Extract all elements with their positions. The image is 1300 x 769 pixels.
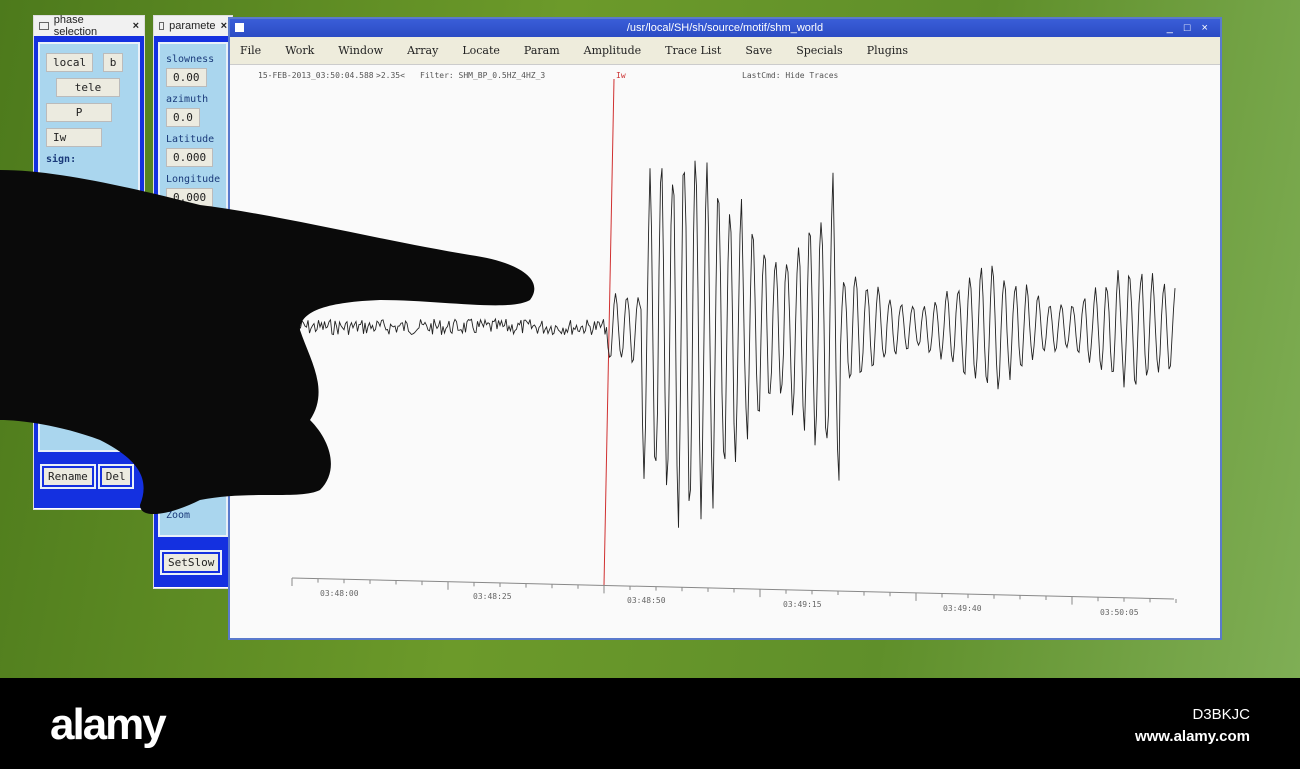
image-code: D3BKJC: [1192, 706, 1250, 723]
tick-label: 03:48:00: [320, 589, 359, 598]
stock-photo-footer: alamy D3BKJC www.alamy.com: [0, 678, 1300, 769]
tick-label: 03:50:05: [1100, 608, 1139, 617]
pointing-hand-silhouette: [0, 170, 535, 515]
tick-label: 03:48:50: [627, 596, 666, 605]
monitor-screen: phase selection × local b tele P Iw sign:…: [0, 0, 1300, 678]
tick-label: 03:49:15: [783, 600, 822, 609]
alamy-logo: alamy: [50, 700, 167, 749]
site-url: www.alamy.com: [1134, 728, 1250, 745]
time-axis: [291, 577, 1175, 600]
tick-label: 03:48:25: [473, 592, 512, 601]
setslow-button[interactable]: SetSlow: [159, 550, 223, 575]
axis-ticks: [291, 578, 1177, 605]
tick-label: 03:49:40: [943, 604, 982, 613]
